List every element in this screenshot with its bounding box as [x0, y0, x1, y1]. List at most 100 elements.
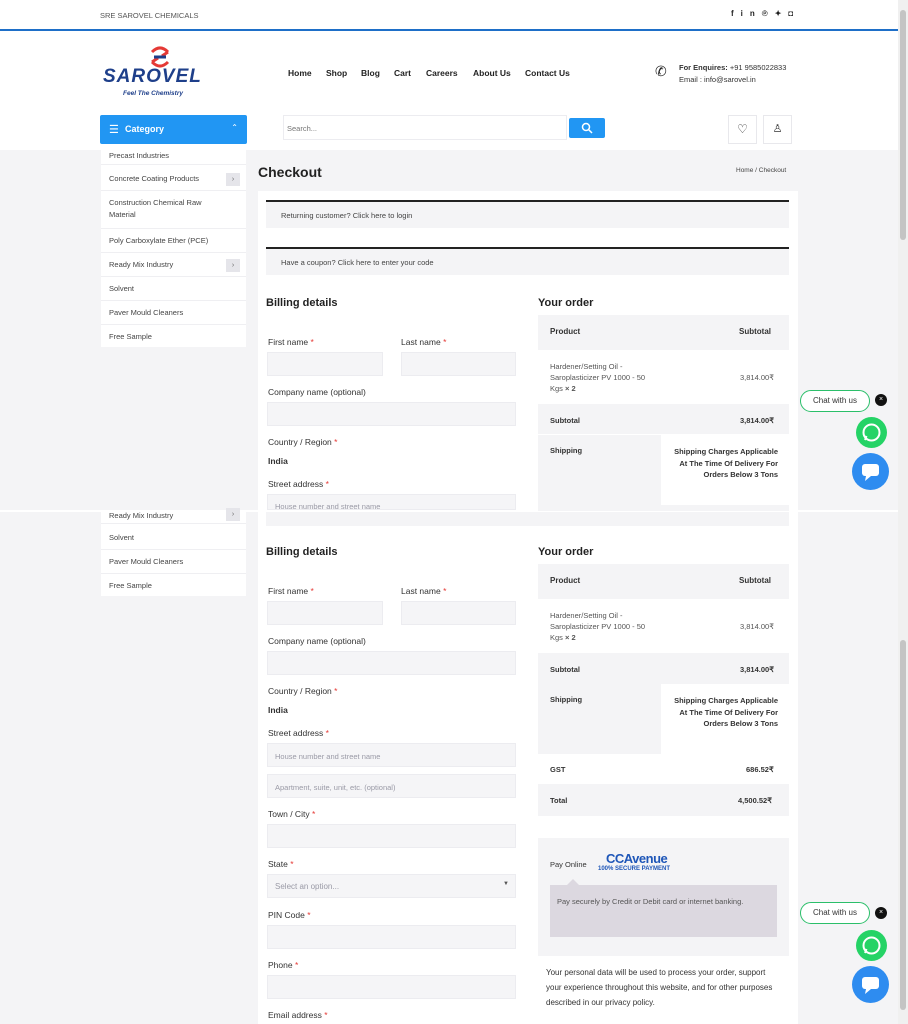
last-name-field[interactable] [401, 352, 516, 376]
last-name-field[interactable] [401, 601, 516, 625]
heart-icon: ♡ [737, 122, 748, 136]
facebook-icon[interactable]: f [731, 9, 741, 18]
breadcrumb: Home / Checkout [736, 167, 787, 174]
instagram-icon[interactable]: ◘ [788, 9, 800, 18]
order-heading: Your order [538, 297, 594, 309]
company-label: Company name (optional) [268, 387, 366, 397]
country-label: Country / Region * [268, 686, 338, 696]
chevron-right-icon[interactable]: › [226, 259, 240, 272]
search-icon [581, 122, 593, 134]
pinterest-icon[interactable]: ℗ [762, 9, 775, 18]
category-item[interactable]: Poly Carboxylate Ether (PCE) [101, 229, 246, 253]
company-field[interactable] [267, 402, 516, 426]
street-field[interactable]: House number and street name [267, 494, 516, 511]
enquiries-phone[interactable]: +91 9585022833 [730, 63, 787, 72]
whatsapp-icon [862, 936, 881, 955]
messenger-button[interactable] [852, 966, 889, 1003]
enquiries: For Enquires: +91 9585022833 Email : inf… [679, 62, 786, 86]
shipping-label: Shipping [550, 695, 583, 704]
email-label: Email address * [268, 1010, 328, 1020]
first-name-field[interactable] [267, 352, 383, 376]
category-item[interactable]: Ready Mix Industry › [101, 502, 246, 524]
payment-method-label[interactable]: Pay Online [550, 860, 587, 869]
category-label: Category [125, 124, 165, 134]
order-item-total: 3,814.00₹ [740, 622, 774, 631]
menu-icon: ☰ [109, 124, 119, 136]
account-button[interactable]: ♙ [763, 115, 792, 144]
chevron-right-icon[interactable]: › [226, 173, 240, 186]
col-subtotal: Subtotal [739, 576, 771, 585]
nav-careers[interactable]: Careers [426, 68, 458, 78]
order-item-name: Hardener/Setting Oil - Saroplasticizer P… [550, 362, 646, 393]
category-item[interactable]: Concrete Coating Products › [101, 167, 246, 191]
street-label: Street address * [268, 479, 329, 489]
whatsapp-button[interactable] [856, 930, 887, 961]
enquiries-email[interactable]: Email : info@sarovel.in [679, 75, 756, 84]
subtotal-value: 3,814.00₹ [740, 665, 774, 674]
scrollbar-thumb[interactable] [900, 640, 906, 1010]
category-item[interactable]: Paver Mould Cleaners [101, 301, 246, 325]
category-item[interactable]: Ready Mix Industry › [101, 253, 246, 277]
pin-field[interactable] [267, 925, 516, 949]
nav-contact-us[interactable]: Contact Us [525, 68, 570, 78]
street-label: Street address * [268, 728, 329, 738]
wishlist-button[interactable]: ♡ [728, 115, 757, 144]
country-value: India [268, 456, 288, 466]
nav-home[interactable]: Home [288, 68, 312, 78]
company-name: SRE SAROVEL CHEMICALS [100, 11, 199, 20]
street-field[interactable]: House number and street name [267, 743, 516, 767]
search-input[interactable] [287, 118, 557, 138]
close-icon[interactable]: × [875, 394, 887, 406]
category-button[interactable]: ☰ Category ⌃ [100, 115, 247, 144]
chat-bubble-icon [862, 977, 879, 994]
category-item[interactable]: Free Sample [101, 325, 246, 349]
shipping-value: Shipping Charges Applicable At The Time … [674, 447, 778, 479]
breadcrumb-home[interactable]: Home [736, 167, 753, 174]
ccavenue-tag: 100% SECURE PAYMENT [598, 866, 671, 872]
gst-value: 686.52₹ [746, 765, 774, 774]
town-label: Town / City * [268, 809, 316, 819]
social-icons: fin℗✦◘ [731, 9, 800, 18]
linkedin-icon[interactable]: in [741, 9, 762, 18]
col-subtotal: Subtotal [739, 327, 771, 336]
chat-with-us-pill[interactable]: Chat with us [800, 390, 870, 412]
nav-about-us[interactable]: About Us [473, 68, 511, 78]
page-title: Checkout [258, 164, 322, 180]
nav-shop[interactable]: Shop [326, 68, 347, 78]
search-button[interactable] [569, 118, 605, 138]
order-item-total: 3,814.00₹ [740, 373, 774, 382]
category-item[interactable]: Solvent [101, 526, 246, 550]
category-item[interactable]: Free Sample [101, 574, 246, 598]
coupon-notice[interactable]: Have a coupon? Click here to enter your … [266, 247, 789, 275]
state-select[interactable]: Select an option... ▼ [267, 874, 516, 898]
total-label: Total [550, 796, 568, 805]
category-item[interactable]: Solvent [101, 277, 246, 301]
category-item[interactable]: Paver Mould Cleaners [101, 550, 246, 574]
total-value: 4,500.52₹ [738, 796, 772, 805]
scrollbar-thumb[interactable] [900, 10, 906, 240]
phone-field[interactable] [267, 975, 516, 999]
pin-label: PIN Code * [268, 910, 311, 920]
first-name-field[interactable] [267, 601, 383, 625]
apartment-field[interactable]: Apartment, suite, unit, etc. (optional) [267, 774, 516, 798]
ccavenue-logo: CCAvenue 100% SECURE PAYMENT [598, 851, 688, 875]
chevron-up-icon: ⌃ [231, 123, 238, 132]
order-heading: Your order [538, 546, 594, 558]
login-notice[interactable]: Returning customer? Click here to login [266, 200, 789, 228]
twitter-icon[interactable]: ✦ [775, 9, 789, 18]
category-item[interactable]: Precast Industries [101, 145, 246, 165]
state-label: State * [268, 859, 294, 869]
nav-blog[interactable]: Blog [361, 68, 380, 78]
close-icon[interactable]: × [875, 907, 887, 919]
company-field[interactable] [267, 651, 516, 675]
chat-with-us-pill[interactable]: Chat with us [800, 902, 870, 924]
nav-cart[interactable]: Cart [394, 68, 411, 78]
first-name-label: First name * [268, 586, 314, 596]
messenger-button[interactable] [852, 453, 889, 490]
category-item[interactable]: Construction Chemical Raw Material [101, 191, 246, 229]
town-field[interactable] [267, 824, 516, 848]
whatsapp-button[interactable] [856, 417, 887, 448]
logo[interactable]: SAROVEL Feel The Chemistry [103, 46, 223, 102]
user-icon: ♙ [772, 123, 783, 135]
chevron-right-icon[interactable]: › [226, 508, 240, 521]
